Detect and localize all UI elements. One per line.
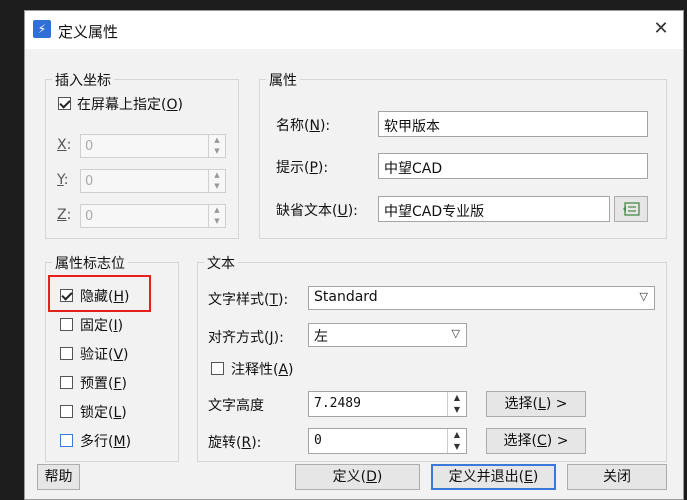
text-style-select[interactable]: Standard ▽	[308, 286, 655, 310]
annotative-label[interactable]: 注释性(A)	[231, 359, 294, 379]
flag-verify-label[interactable]: 验证(V)	[80, 344, 129, 364]
flag-fixed-checkbox[interactable]	[60, 318, 73, 331]
annotative-checkbox[interactable]	[211, 362, 224, 375]
name-label: 名称(N):	[276, 118, 331, 134]
flag-multiline-label[interactable]: 多行(M)	[80, 431, 131, 451]
dialog-title: 定义属性	[58, 23, 119, 41]
height-up-icon[interactable]: ▲	[448, 392, 466, 404]
x-up-icon[interactable]: ▲	[209, 135, 225, 146]
help-button[interactable]: 帮助	[37, 464, 80, 490]
flag-verify-checkbox[interactable]	[60, 347, 73, 360]
insert-field-icon	[623, 202, 640, 216]
text-height-spinner[interactable]: 7.2489 ▲ ▼	[308, 391, 467, 417]
app-icon: ⚡	[33, 20, 51, 38]
rotation-up-icon[interactable]: ▲	[448, 429, 466, 441]
on-screen-label[interactable]: 在屏幕上指定(O)	[77, 94, 183, 114]
flags-legend: 属性标志位	[52, 253, 128, 273]
z-coordinate-spinner[interactable]: 0 ▲ ▼	[80, 204, 226, 228]
y-up-icon[interactable]: ▲	[209, 170, 225, 181]
dialog-body: 插入坐标 在屏幕上指定(O) X: 0 ▲ ▼ Y: 0 ▲ ▼ Z: 0 ▲ ▼ 属…	[25, 49, 683, 499]
flag-lock-label[interactable]: 锁定(L)	[80, 402, 127, 422]
flag-lock-checkbox[interactable]	[60, 405, 73, 418]
z-down-icon[interactable]: ▼	[209, 216, 225, 227]
insert-point-legend: 插入坐标	[52, 70, 114, 90]
justify-select[interactable]: 左 ▽	[308, 323, 467, 347]
title-bar: ⚡ 定义属性 ✕	[25, 11, 683, 49]
x-coordinate-spinner[interactable]: 0 ▲ ▼	[80, 134, 226, 158]
flag-preset-label[interactable]: 预置(F)	[80, 373, 127, 393]
z-label: Z:	[57, 207, 72, 223]
on-screen-checkbox[interactable]	[58, 97, 71, 110]
text-height-label: 文字高度	[208, 398, 264, 414]
z-up-icon[interactable]: ▲	[209, 205, 225, 216]
pick-height-button[interactable]: 选择(L) >	[486, 391, 586, 417]
highlight-box	[48, 275, 151, 312]
close-button[interactable]: 关闭	[567, 464, 667, 490]
text-style-label: 文字样式(T):	[208, 292, 289, 308]
chevron-down-icon: ▽	[451, 327, 460, 340]
flag-multiline-checkbox[interactable]	[60, 434, 73, 447]
rotation-label: 旋转(R):	[208, 435, 262, 451]
chevron-down-icon: ▽	[639, 290, 648, 303]
height-down-icon[interactable]: ▼	[448, 404, 466, 416]
flag-preset-checkbox[interactable]	[60, 376, 73, 389]
rotation-down-icon[interactable]: ▼	[448, 441, 466, 453]
name-field[interactable]: 软甲版本	[378, 111, 648, 137]
flag-fixed-label[interactable]: 固定(I)	[80, 315, 123, 335]
y-label: Y:	[57, 172, 69, 188]
default-text-label: 缺省文本(U):	[276, 203, 358, 219]
x-label: X:	[57, 137, 72, 153]
justify-label: 对齐方式(J):	[208, 330, 284, 346]
attribute-legend: 属性	[266, 70, 300, 90]
rotation-spinner[interactable]: 0 ▲ ▼	[308, 428, 467, 454]
x-down-icon[interactable]: ▼	[209, 146, 225, 157]
close-icon[interactable]: ✕	[651, 19, 671, 39]
text-legend: 文本	[204, 253, 238, 273]
y-down-icon[interactable]: ▼	[209, 181, 225, 192]
define-button[interactable]: 定义(D)	[295, 464, 420, 490]
pick-rotation-button[interactable]: 选择(C) >	[486, 428, 586, 454]
prompt-label: 提示(P):	[276, 160, 329, 176]
define-and-exit-button[interactable]: 定义并退出(E)	[431, 464, 556, 490]
define-attribute-dialog: ⚡ 定义属性 ✕ 插入坐标 在屏幕上指定(O) X: 0 ▲ ▼ Y: 0 ▲ ▼ …	[24, 10, 684, 500]
prompt-field[interactable]: 中望CAD	[378, 153, 648, 179]
insert-field-button[interactable]	[614, 196, 648, 222]
y-coordinate-spinner[interactable]: 0 ▲ ▼	[80, 169, 226, 193]
default-text-field[interactable]: 中望CAD专业版	[378, 196, 610, 222]
